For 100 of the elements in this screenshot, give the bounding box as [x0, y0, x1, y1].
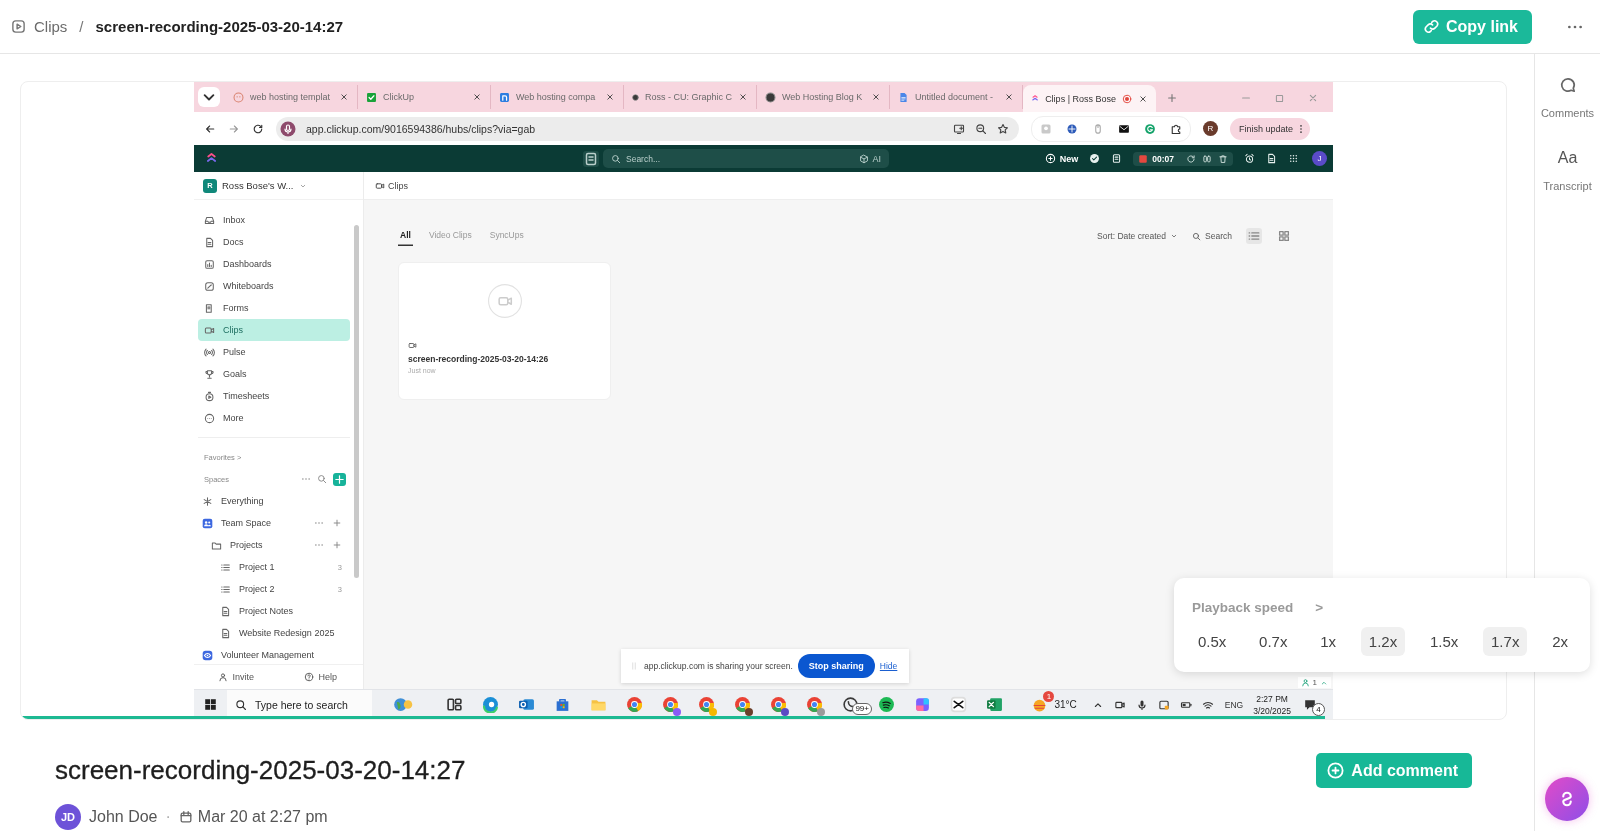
user-avatar[interactable]: J: [1312, 151, 1327, 166]
close-icon[interactable]: [1004, 92, 1014, 102]
ai-button[interactable]: AI: [859, 153, 881, 164]
browser-tab[interactable]: Web hosting compa: [491, 85, 624, 109]
puzzle-icon[interactable]: [1170, 122, 1182, 135]
browser-tab[interactable]: Ross - CU: Graphic C: [624, 85, 757, 109]
speed-option[interactable]: 2x: [1544, 627, 1576, 656]
ball-icon[interactable]: [1066, 122, 1078, 135]
pause-icon[interactable]: [1202, 153, 1212, 164]
profile-avatar[interactable]: R: [1203, 121, 1218, 136]
browser-icon[interactable]: [805, 696, 823, 713]
sidebar-item[interactable]: Goals: [198, 363, 350, 385]
spreadsheet-icon[interactable]: [985, 696, 1003, 713]
comments-button[interactable]: Comments: [1540, 76, 1595, 119]
sidebar-item[interactable]: Whiteboards: [198, 275, 350, 297]
sidebar-item[interactable]: Clips: [198, 319, 350, 341]
browser-icon[interactable]: [625, 696, 643, 713]
trash-icon[interactable]: [1218, 153, 1228, 164]
assistant-button[interactable]: [1545, 777, 1589, 821]
sidebar-item[interactable]: Timesheets: [198, 385, 350, 407]
invite-button[interactable]: Invite: [194, 671, 279, 683]
tree-item[interactable]: Website Redesign 2025: [216, 622, 350, 644]
app-icon[interactable]: [1157, 698, 1170, 711]
document-icon[interactable]: [1266, 153, 1277, 164]
transcript-button[interactable]: Aa Transcript: [1543, 149, 1592, 192]
close-icon[interactable]: [472, 92, 482, 102]
filter-tab[interactable]: All: [398, 226, 413, 246]
search-input[interactable]: Search...: [626, 153, 855, 164]
hide-link[interactable]: Hide: [879, 661, 898, 671]
search-input[interactable]: Type here to search: [255, 698, 364, 711]
add-button[interactable]: [333, 472, 346, 486]
cast-icon[interactable]: [953, 122, 965, 135]
language-indicator[interactable]: ENG: [1224, 699, 1244, 710]
help-button[interactable]: Help: [278, 671, 363, 683]
sidebar-item[interactable]: Pulse: [198, 341, 350, 363]
reload-icon[interactable]: [252, 122, 264, 135]
browser-icon[interactable]: [661, 696, 679, 713]
close-icon[interactable]: [339, 92, 349, 102]
address-bar[interactable]: app.clickup.com/9016594386/hubs/clips?via=gab: [276, 116, 1019, 141]
presence-indicator[interactable]: 1: [1297, 677, 1331, 688]
windows-icon[interactable]: [204, 698, 217, 711]
browser-tab[interactable]: Clips | Ross Bose: [1023, 85, 1156, 112]
stop-sharing-button[interactable]: Stop sharing: [797, 654, 875, 678]
app-icon[interactable]: [913, 696, 931, 713]
sidebar-item[interactable]: Forms: [198, 297, 350, 319]
star-icon[interactable]: [997, 122, 1009, 135]
temperature[interactable]: 31°C: [1054, 699, 1077, 710]
browser-icon[interactable]: [769, 696, 787, 713]
breadcrumb-link[interactable]: Clips: [34, 18, 68, 35]
sidebar-item[interactable]: Docs: [198, 231, 350, 253]
notepad-icon[interactable]: [1111, 153, 1123, 164]
browser-tab[interactable]: ClickUp: [358, 85, 491, 109]
finish-update-button[interactable]: Finish update: [1230, 117, 1311, 140]
browser-tab[interactable]: Web Hosting Blog K: [757, 85, 890, 109]
close-icon[interactable]: [738, 92, 748, 102]
new-button[interactable]: New: [1044, 153, 1079, 164]
close-icon[interactable]: [1138, 93, 1148, 104]
microphone-icon[interactable]: [1135, 698, 1148, 711]
speed-option[interactable]: 1x: [1312, 627, 1345, 656]
speed-option[interactable]: 1.2x: [1360, 627, 1406, 656]
browser-icon[interactable]: [481, 696, 499, 713]
envelope-icon[interactable]: [1118, 122, 1130, 135]
tree-item[interactable]: Everything: [198, 490, 350, 512]
browser-icon[interactable]: [697, 696, 715, 713]
restart-icon[interactable]: [1186, 153, 1196, 164]
browser-icon[interactable]: [733, 696, 751, 713]
grid-view-icon[interactable]: [1276, 228, 1292, 244]
apps-icon[interactable]: [1288, 153, 1299, 164]
close-icon[interactable]: [605, 92, 615, 102]
logo-icon[interactable]: [205, 152, 218, 165]
scissors-icon[interactable]: [949, 696, 967, 713]
sidebar-item[interactable]: More: [198, 407, 350, 429]
mail-app-icon[interactable]: [517, 696, 535, 713]
circle-icon[interactable]: [1144, 122, 1156, 135]
speed-option[interactable]: 1.7x: [1483, 627, 1528, 656]
search-button[interactable]: Search: [1192, 231, 1232, 241]
tree-item[interactable]: Project Notes: [216, 600, 350, 622]
back-icon[interactable]: [204, 122, 216, 135]
sort-button[interactable]: Sort: Date created: [1097, 231, 1179, 241]
zoom-icon[interactable]: [975, 122, 987, 135]
recording-timer[interactable]: 00:07: [1138, 153, 1180, 164]
speed-option[interactable]: 0.7x: [1251, 627, 1296, 656]
sidebar-item[interactable]: Inbox: [198, 209, 350, 231]
search-field[interactable]: Search... AI: [603, 149, 889, 168]
clock-time[interactable]: 2:27 PM: [1256, 692, 1288, 705]
alarm-icon[interactable]: [1244, 153, 1255, 164]
calendar-icon[interactable]: [583, 150, 599, 167]
clock-date[interactable]: 3/20/2025: [1253, 704, 1291, 717]
sidebar-item[interactable]: Dashboards: [198, 253, 350, 275]
browser-tab[interactable]: web hosting templat: [225, 85, 358, 109]
tree-item[interactable]: Volunteer Management: [198, 644, 350, 664]
notification-icon[interactable]: [1303, 697, 1317, 712]
scrollbar[interactable]: [354, 225, 359, 578]
speed-option[interactable]: 0.5x: [1190, 627, 1235, 656]
check-circle-icon[interactable]: [1089, 153, 1101, 164]
search-icon[interactable]: [317, 474, 327, 484]
music-app-icon[interactable]: [877, 696, 895, 713]
speed-option[interactable]: 1.5x: [1421, 627, 1467, 656]
close-icon[interactable]: [871, 92, 881, 102]
tab-list-button[interactable]: [198, 87, 220, 107]
